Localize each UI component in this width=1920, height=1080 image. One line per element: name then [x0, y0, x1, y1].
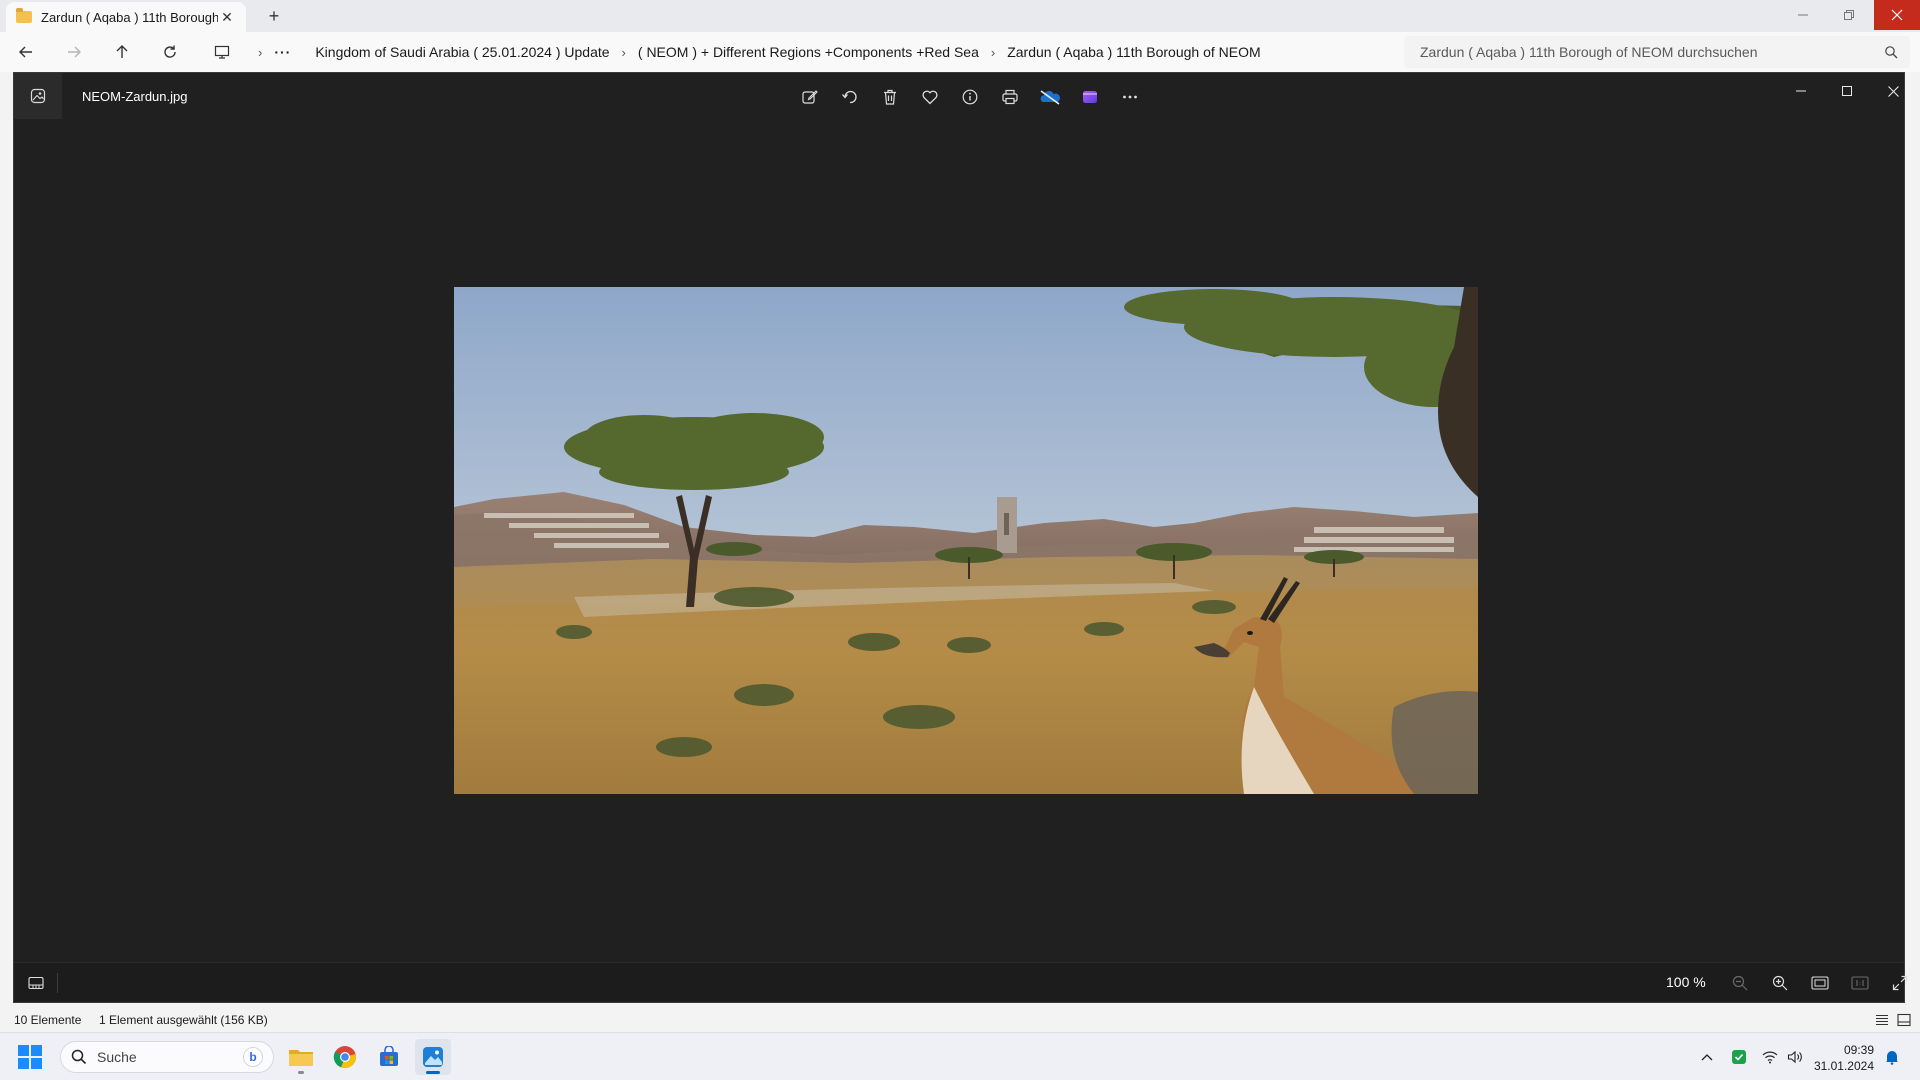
address-bar: › ··· Kingdom of Saudi Arabia ( 25.01.20…	[0, 32, 1920, 72]
notification-bell-icon[interactable]	[1882, 1047, 1902, 1067]
tab-title: Zardun ( Aqaba ) 11th Borough	[41, 9, 218, 25]
info-icon[interactable]	[956, 83, 984, 111]
divider	[57, 973, 58, 993]
zoom-in-icon[interactable]	[1768, 971, 1792, 995]
selection-info: 1 Element ausgewählt (156 KB)	[99, 1013, 268, 1027]
status-bar: 10 Elemente 1 Element ausgewählt (156 KB…	[0, 1008, 1920, 1032]
clock-date: 31.01.2024	[1813, 1059, 1874, 1073]
forward-button[interactable]	[62, 40, 86, 64]
taskbar: Suche b 09:39 31.01.2024	[0, 1032, 1920, 1080]
minimize-button[interactable]	[1780, 0, 1826, 30]
this-pc-icon[interactable]	[210, 40, 234, 64]
clipchamp-icon[interactable]	[1076, 83, 1104, 111]
filmstrip-icon[interactable]	[24, 971, 48, 995]
photos-taskbar-icon[interactable]	[415, 1039, 451, 1075]
favorite-icon[interactable]	[916, 83, 944, 111]
rotate-icon[interactable]	[836, 83, 864, 111]
wifi-icon[interactable]	[1760, 1047, 1780, 1067]
taskbar-clock[interactable]: 09:39 31.01.2024	[1812, 1042, 1874, 1074]
viewer-minimize-button[interactable]	[1778, 75, 1824, 107]
chevron-up-icon[interactable]	[1697, 1047, 1717, 1067]
edit-icon[interactable]	[796, 83, 824, 111]
store-taskbar-icon[interactable]	[371, 1039, 407, 1075]
breadcrumb-item[interactable]: ( NEOM ) + Different Regions +Components…	[638, 44, 979, 60]
photos-app-icon	[14, 73, 62, 119]
explorer-tab[interactable]: Zardun ( Aqaba ) 11th Borough ✕	[6, 2, 246, 32]
folder-icon	[16, 8, 32, 23]
zoom-out-icon[interactable]	[1728, 971, 1752, 995]
breadcrumb: › ··· Kingdom of Saudi Arabia ( 25.01.20…	[246, 32, 1261, 72]
search-icon	[71, 1049, 87, 1065]
search-label: Suche	[97, 1049, 137, 1065]
details-view-icon[interactable]	[1874, 1012, 1890, 1028]
viewer-close-button[interactable]	[1870, 75, 1916, 107]
chrome-taskbar-icon[interactable]	[327, 1039, 363, 1075]
restore-button[interactable]	[1826, 0, 1872, 30]
file-name: NEOM-Zardun.jpg	[82, 89, 188, 104]
item-count: 10 Elemente	[14, 1013, 82, 1027]
breadcrumb-item[interactable]: Zardun ( Aqaba ) 11th Borough of NEOM	[1007, 44, 1260, 60]
actual-size-icon[interactable]	[1848, 971, 1872, 995]
chevron-right-icon: ›	[258, 44, 263, 60]
photos-window: NEOM-Zardun.jpg 100 %	[13, 72, 1908, 1003]
search-input[interactable]: Zardun ( Aqaba ) 11th Borough of NEOM du…	[1404, 36, 1910, 68]
volume-icon[interactable]	[1785, 1047, 1805, 1067]
viewer-bottom-bar: 100 %	[14, 962, 1908, 1002]
chevron-right-icon[interactable]: ›	[991, 45, 995, 60]
print-icon[interactable]	[996, 83, 1024, 111]
explorer-title-bar: Zardun ( Aqaba ) 11th Borough ✕ +	[0, 0, 1920, 32]
new-tab-button[interactable]: +	[262, 4, 286, 28]
file-explorer-taskbar-icon[interactable]	[283, 1039, 319, 1075]
delete-icon[interactable]	[876, 83, 904, 111]
photos-toolbar	[796, 83, 1144, 111]
tab-close-icon[interactable]: ✕	[218, 9, 236, 26]
up-button[interactable]	[110, 40, 134, 64]
back-button[interactable]	[14, 40, 38, 64]
search-placeholder: Zardun ( Aqaba ) 11th Borough of NEOM du…	[1420, 44, 1758, 60]
search-icon	[1885, 46, 1898, 59]
overflow-dots-icon[interactable]: ···	[274, 44, 291, 60]
breadcrumb-item[interactable]: Kingdom of Saudi Arabia ( 25.01.2024 ) U…	[315, 44, 609, 60]
refresh-button[interactable]	[158, 40, 182, 64]
full-screen-icon[interactable]	[1888, 971, 1912, 995]
clock-time: 09:39	[1843, 1043, 1874, 1057]
large-icons-view-icon[interactable]	[1896, 1012, 1912, 1028]
more-icon[interactable]	[1116, 83, 1144, 111]
bing-icon[interactable]: b	[243, 1047, 263, 1067]
windows-start-icon[interactable]	[18, 1045, 42, 1069]
zoom-level[interactable]: 100 %	[1666, 974, 1706, 990]
close-button[interactable]	[1874, 0, 1920, 30]
displayed-photo[interactable]	[454, 287, 1478, 794]
security-shield-icon[interactable]	[1729, 1047, 1749, 1067]
onedrive-icon[interactable]	[1036, 83, 1064, 111]
fit-to-window-icon[interactable]	[1808, 971, 1832, 995]
taskbar-search[interactable]: Suche b	[60, 1041, 274, 1073]
viewer-maximize-button[interactable]	[1824, 75, 1870, 107]
chevron-right-icon[interactable]: ›	[622, 45, 626, 60]
